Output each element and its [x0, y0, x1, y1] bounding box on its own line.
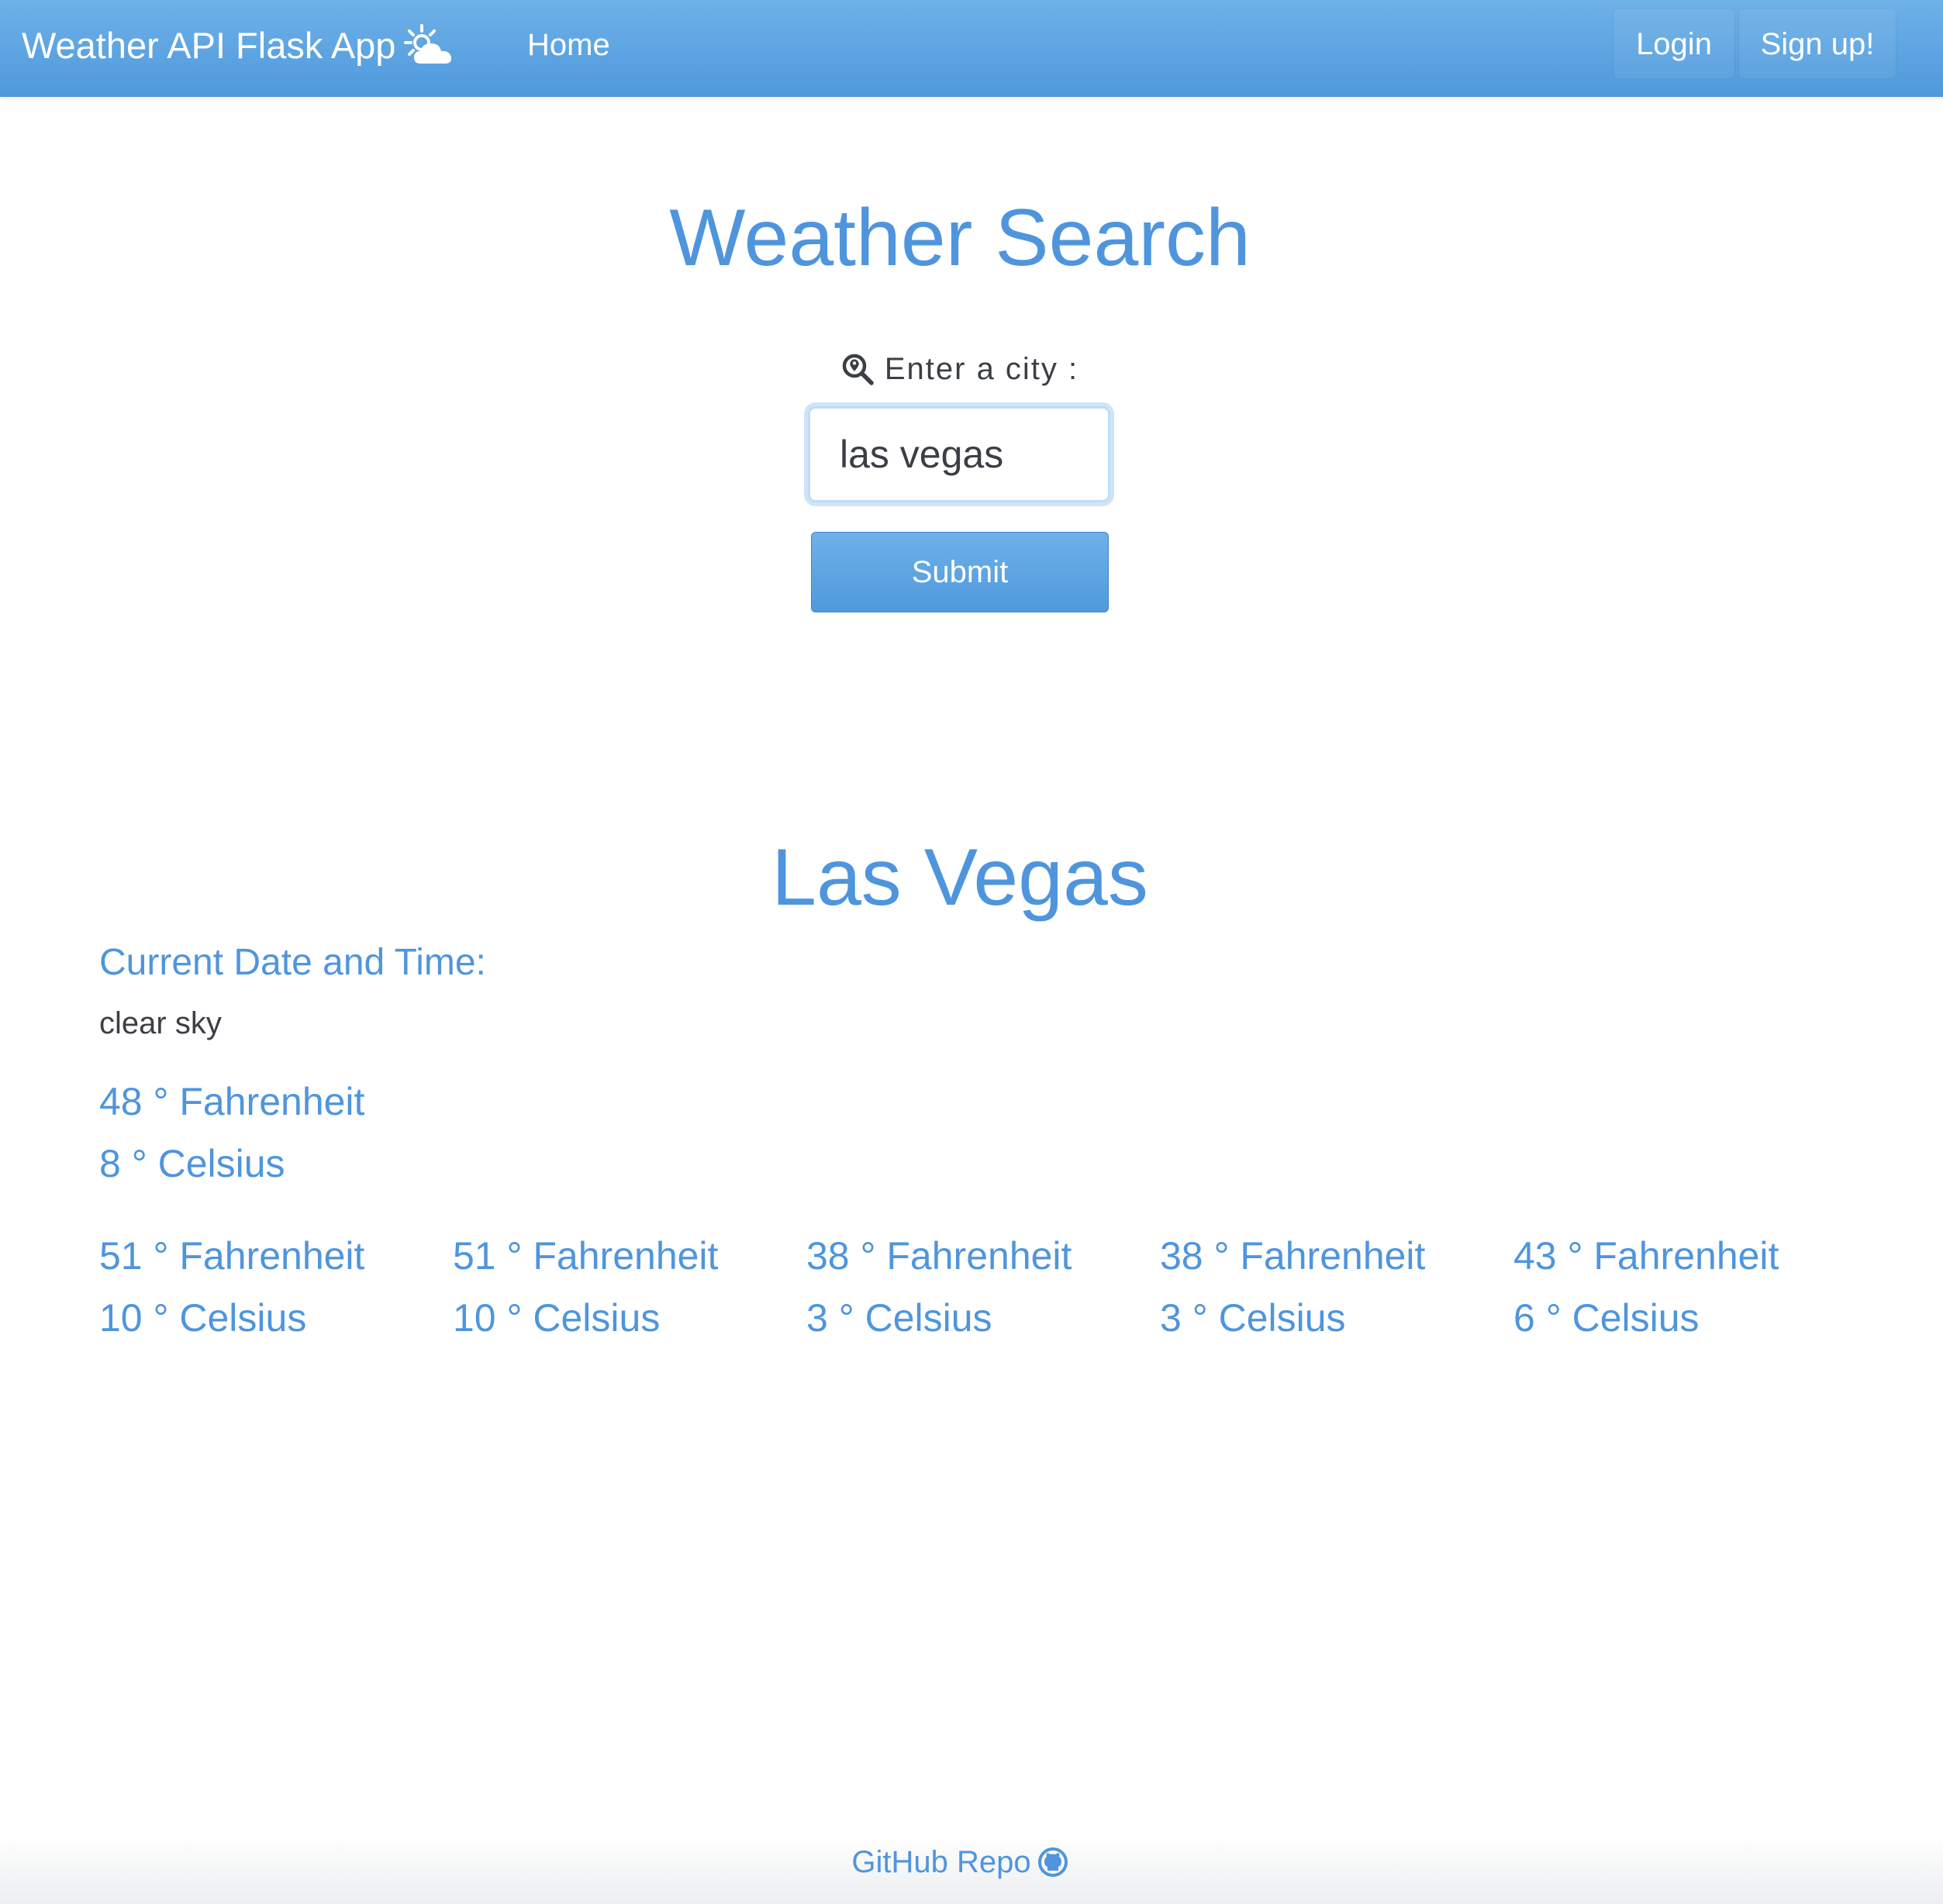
- forecast-celsius: 10 ° Celsius: [453, 1296, 661, 1340]
- forecast-item: 43 ° Fahrenheit 6 ° Celsius: [1513, 1231, 1839, 1343]
- forecast-fahrenheit: 38 ° Fahrenheit: [806, 1234, 1072, 1278]
- search-location-icon: [842, 354, 874, 385]
- navbar: Weather API Flask App Home Login Sign up…: [0, 0, 1943, 97]
- forecast-fahrenheit: 38 ° Fahrenheit: [1160, 1234, 1426, 1278]
- page-title: Weather Search: [669, 193, 1251, 283]
- forecast-celsius: 3 ° Celsius: [806, 1296, 992, 1340]
- city-label: Enter a city :: [0, 349, 1920, 389]
- forecast-celsius: 10 ° Celsius: [99, 1296, 307, 1340]
- github-repo-label: GitHub Repo: [851, 1844, 1031, 1879]
- current-celsius: 8 ° Celsius: [99, 1142, 285, 1185]
- forecast-celsius: 6 ° Celsius: [1513, 1296, 1700, 1340]
- datetime-label: Current Date and Time:: [99, 942, 486, 983]
- forecast-fahrenheit: 43 ° Fahrenheit: [1513, 1234, 1779, 1278]
- city-label-text: Enter a city :: [884, 351, 1079, 386]
- current-fahrenheit: 48 ° Fahrenheit: [99, 1080, 365, 1123]
- brand-title: Weather API Flask App: [22, 24, 396, 66]
- login-button[interactable]: Login: [1613, 8, 1735, 79]
- forecast-item: 51 ° Fahrenheit 10 ° Celsius: [99, 1231, 425, 1343]
- forecast-celsius: 3 ° Celsius: [1160, 1296, 1346, 1340]
- sun-cloud-icon: [403, 23, 454, 67]
- github-repo-link[interactable]: GitHub Repo: [0, 1839, 1920, 1885]
- city-name: Las Vegas: [771, 833, 1148, 923]
- forecast-fahrenheit: 51 ° Fahrenheit: [453, 1234, 719, 1278]
- brand-link[interactable]: Weather API Flask App: [22, 20, 454, 70]
- forecast-fahrenheit: 51 ° Fahrenheit: [99, 1234, 365, 1278]
- signup-button[interactable]: Sign up!: [1738, 8, 1896, 79]
- nav-home-link[interactable]: Home: [527, 23, 610, 67]
- forecast-item: 38 ° Fahrenheit 3 ° Celsius: [1160, 1231, 1486, 1343]
- submit-button[interactable]: Submit: [811, 532, 1109, 612]
- github-icon: [1037, 1847, 1068, 1877]
- weather-description: clear sky: [99, 1006, 222, 1040]
- city-input[interactable]: [808, 406, 1110, 502]
- forecast-item: 38 ° Fahrenheit 3 ° Celsius: [806, 1231, 1132, 1343]
- forecast-item: 51 ° Fahrenheit 10 ° Celsius: [453, 1231, 778, 1343]
